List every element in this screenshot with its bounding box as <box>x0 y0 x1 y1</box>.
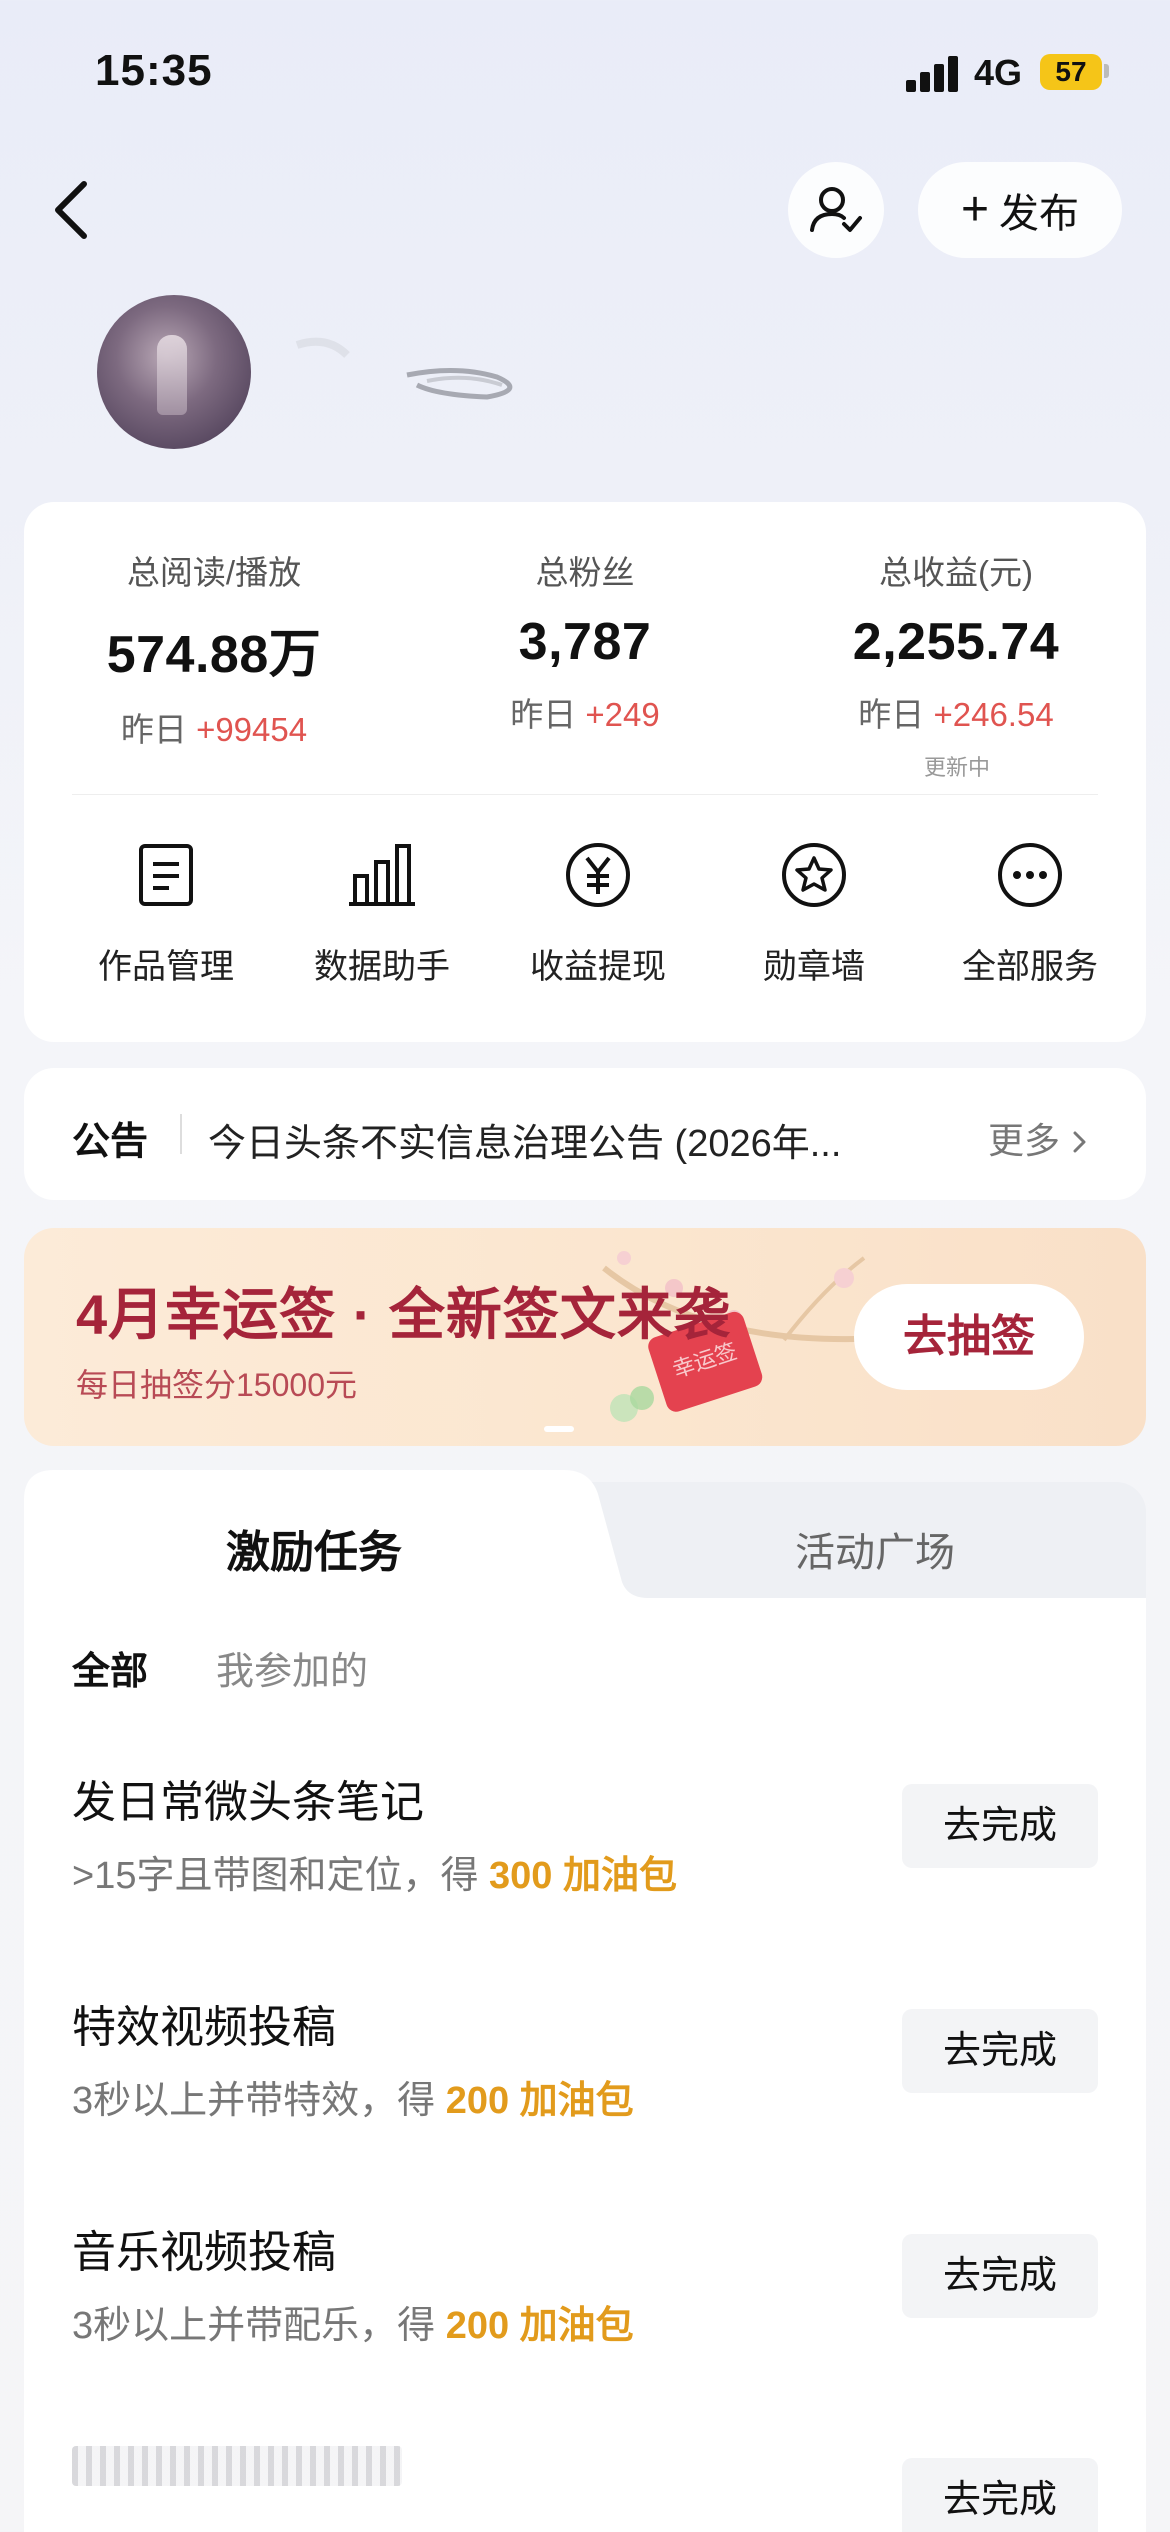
service-works-management[interactable]: 作品管理 <box>66 840 266 988</box>
notice-title: 公告 <box>72 1121 149 1163</box>
stat-label: 总阅读/播放 <box>126 554 302 591</box>
service-label: 全部服务 <box>962 948 1098 986</box>
network-label: 4G <box>974 52 1023 93</box>
task-desc-text: 3秒以上并带特效，得 <box>72 2080 446 2122</box>
notice-separator <box>180 1114 182 1154</box>
notice-text[interactable]: 今日头条不实信息治理公告 (2026年... <box>208 1112 938 1167</box>
avatar-figure <box>157 335 187 415</box>
nav-bar: + 发布 <box>0 150 1170 270</box>
service-withdraw[interactable]: 收益提现 <box>498 840 698 988</box>
service-medal-wall[interactable]: 勋章墙 <box>714 840 914 988</box>
service-label: 作品管理 <box>98 948 234 986</box>
stat-total-reads[interactable]: 总阅读/播放 574.88万 昨日 +99454 <box>34 546 394 751</box>
service-label: 数据助手 <box>314 948 450 986</box>
notice-bar[interactable]: 公告 今日头条不实信息治理公告 (2026年... 更多 <box>24 1068 1146 1200</box>
task-reward: 300 加油包 <box>489 1855 677 1897</box>
task-item: 发日常微头条笔记 >15字且带图和定位，得 300 加油包 去完成 <box>72 1766 1098 1897</box>
task-desc-text: 3秒以上并带配乐，得 <box>72 2305 446 2347</box>
status-time: 15:35 <box>95 46 213 95</box>
lucky-draw-banner[interactable]: 幸运签 4月幸运签 · 全新签文来袭 每日抽签分15000元 去抽签 <box>24 1228 1146 1446</box>
task-item: 特效视频投稿 3秒以上并带特效，得 200 加油包 去完成 <box>72 1991 1098 2122</box>
avatar[interactable] <box>97 295 251 449</box>
publish-button[interactable]: + 发布 <box>918 162 1122 258</box>
bar-chart-icon <box>349 844 415 906</box>
banner-title: 4月幸运签 · 全新签文来袭 <box>76 1283 731 1346</box>
user-check-icon <box>810 187 862 232</box>
tab-activity-plaza[interactable]: 活动广场 <box>604 1520 1146 1578</box>
notice-more-label: 更多 <box>988 1120 1061 1161</box>
stat-delta-value: +246.54 <box>933 696 1054 733</box>
chevron-right-icon <box>1073 1131 1086 1153</box>
stat-delta-prefix: 昨日 <box>120 711 187 748</box>
complete-task-button[interactable]: 去完成 <box>902 2458 1098 2532</box>
draw-lot-button[interactable]: 去抽签 <box>854 1284 1084 1390</box>
stat-value: 574.88万 <box>106 626 322 684</box>
stat-value: 3,787 <box>518 613 652 671</box>
stat-delta: 昨日 +99454 <box>34 703 394 751</box>
stats-card: 总阅读/播放 574.88万 昨日 +99454 总粉丝 3,787 昨日 +2… <box>24 502 1146 1042</box>
service-label: 收益提现 <box>530 948 666 986</box>
complete-task-button[interactable]: 去完成 <box>902 2009 1098 2093</box>
task-reward: 200 加油包 <box>445 2080 634 2122</box>
status-bar: 15:35 4G 57 <box>0 0 1170 150</box>
task-title-blurred <box>72 2446 402 2486</box>
signal-icon <box>906 56 962 92</box>
battery-icon: 57 <box>1040 54 1102 90</box>
username-blurred <box>295 337 513 400</box>
tab-incentive-tasks[interactable]: 激励任务 <box>24 1516 604 1580</box>
stat-delta-value: +99454 <box>196 711 308 748</box>
task-item: 音乐视频投稿 3秒以上并带配乐，得 200 加油包 去完成 <box>72 2216 1098 2347</box>
service-label: 勋章墙 <box>763 948 865 986</box>
filter-all[interactable]: 全部 <box>72 1640 148 1695</box>
banner-pagination <box>544 1426 574 1432</box>
complete-task-button[interactable]: 去完成 <box>902 2234 1098 2318</box>
plus-icon: + <box>960 183 990 236</box>
service-all-services[interactable]: 全部服务 <box>930 840 1130 988</box>
yuan-icon <box>566 843 630 907</box>
divider <box>72 794 1098 795</box>
stat-delta-prefix: 昨日 <box>510 696 577 733</box>
service-data-assistant[interactable]: 数据助手 <box>282 840 482 988</box>
medal-icon <box>782 843 846 907</box>
task-reward: 200 加油包 <box>445 2305 634 2347</box>
filter-joined[interactable]: 我参加的 <box>216 1640 368 1695</box>
updating-label: 更新中 <box>924 755 991 780</box>
document-icon <box>139 844 193 906</box>
stat-delta: 昨日 +249 <box>405 688 765 736</box>
banner-dot-active <box>544 1426 574 1432</box>
stat-delta-prefix: 昨日 <box>858 696 925 733</box>
chevron-left-icon <box>55 181 87 239</box>
back-button[interactable] <box>44 170 104 250</box>
stat-value: 2,255.74 <box>852 613 1060 671</box>
task-desc-text: >15字且带图和定位，得 <box>72 1855 490 1897</box>
stat-delta: 昨日 +246.54 <box>776 688 1136 736</box>
publish-label: 发布 <box>999 192 1080 236</box>
user-switch-button[interactable] <box>788 162 884 258</box>
stat-delta-value: +249 <box>585 696 660 733</box>
banner-subtitle: 每日抽签分15000元 <box>76 1367 357 1403</box>
stat-total-earnings[interactable]: 总收益(元) 2,255.74 昨日 +246.54 <box>776 546 1136 736</box>
battery-tip <box>1104 64 1109 78</box>
more-icon <box>998 843 1062 907</box>
stat-label: 总粉丝 <box>535 554 635 591</box>
complete-task-button[interactable]: 去完成 <box>902 1784 1098 1868</box>
stat-label: 总收益(元) <box>879 554 1033 591</box>
profile-header <box>97 295 513 449</box>
notice-more-link[interactable]: 更多 <box>988 1112 1090 1164</box>
task-item: 去完成 <box>72 2440 1098 2532</box>
stat-total-fans[interactable]: 总粉丝 3,787 昨日 +249 <box>405 546 765 736</box>
tasks-section: 激励任务 活动广场 全部 我参加的 发日常微头条笔记 >15字且带图和定位，得 … <box>24 1470 1146 2532</box>
